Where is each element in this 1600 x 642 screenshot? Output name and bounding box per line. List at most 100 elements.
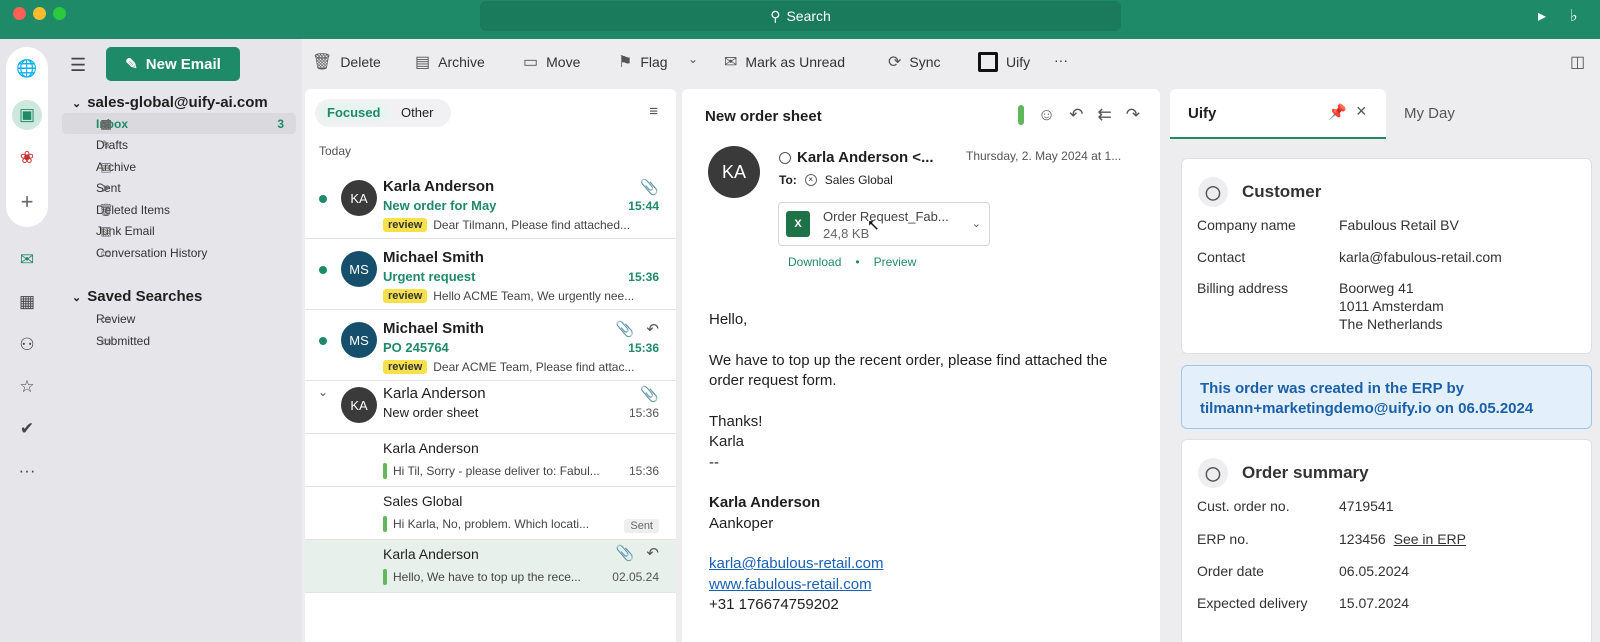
- recipient-name[interactable]: Sales Global: [825, 173, 893, 187]
- preview-link[interactable]: Preview: [874, 255, 917, 269]
- sent-badge-label: Sent: [624, 519, 659, 533]
- folder-conversation-history[interactable]: ▭ Conversation History: [62, 242, 296, 263]
- download-link[interactable]: Download: [788, 255, 841, 269]
- forward-icon[interactable]: ↷: [1126, 105, 1140, 125]
- more-options-button[interactable]: ···: [1054, 52, 1068, 68]
- avatar: KA: [341, 180, 377, 216]
- account-header[interactable]: ⌄ sales-global@uify-ai.com: [72, 94, 268, 111]
- calendar-icon[interactable]: ▦: [0, 292, 54, 312]
- flag-label: Flag: [640, 54, 668, 70]
- folder-junk[interactable]: ▧ Junk Email: [62, 220, 296, 241]
- mail-icon[interactable]: ✉: [0, 250, 54, 270]
- tab-other[interactable]: Other: [393, 103, 442, 122]
- reply-icon[interactable]: ↶: [1069, 105, 1083, 125]
- briefcase-icon[interactable]: ▣: [0, 100, 54, 130]
- tab-uify[interactable]: Uify 📌 ×: [1170, 89, 1386, 139]
- signature-email-link[interactable]: karla@fabulous-retail.com: [709, 555, 883, 572]
- billing-label: Billing address: [1197, 280, 1289, 296]
- search-bar[interactable]: ⚲ Search: [480, 1, 1121, 31]
- list-item[interactable]: MS Michael Smith PO 245764 📎 ↶ 15:36 revi…: [305, 310, 676, 381]
- more-apps-icon[interactable]: ···: [0, 461, 54, 481]
- folder-sent[interactable]: ➤ Sent: [62, 177, 296, 198]
- review-tag: review: [383, 218, 428, 232]
- list-item-selected[interactable]: Karla Anderson 📎 ↶ Hello, We have to top …: [305, 540, 676, 593]
- hamburger-menu-icon[interactable]: ☰: [70, 55, 86, 76]
- filter-icon[interactable]: ≡: [649, 103, 658, 120]
- mark-unread-button[interactable]: ✉ Mark as Unread: [724, 52, 845, 72]
- chevron-down-icon[interactable]: ⌄: [318, 385, 328, 399]
- signature-title: Aankoper: [709, 514, 774, 532]
- list-item[interactable]: Sales Global Hi Karla, No, problem. Whic…: [305, 487, 676, 540]
- bell-icon[interactable]: ♭: [1570, 6, 1578, 26]
- close-icon[interactable]: ×: [1356, 101, 1367, 122]
- emoji-icon[interactable]: ☺: [1038, 105, 1055, 125]
- saved-search-submitted[interactable]: ▭ Submitted: [62, 330, 296, 351]
- minimize-window-icon[interactable]: [33, 7, 46, 20]
- delete-button[interactable]: 🗑 Delete: [312, 52, 381, 72]
- compose-icon: ✎: [125, 56, 138, 73]
- globe-icon[interactable]: 🌐: [0, 59, 54, 79]
- saved-search-review[interactable]: ▭ Review: [62, 308, 296, 329]
- message-time: 15:36: [628, 270, 659, 284]
- unread-count: 3: [277, 116, 284, 131]
- unread-dot: [319, 337, 327, 345]
- collapse-pane-button[interactable]: ◫: [1570, 52, 1585, 72]
- people-icon[interactable]: ⚇: [0, 335, 54, 355]
- add-app-icon[interactable]: +: [0, 189, 54, 215]
- to-label: To:: [779, 173, 797, 187]
- flag-dropdown[interactable]: ⌄: [688, 52, 698, 66]
- chevron-down-icon[interactable]: ⌄: [972, 217, 981, 230]
- star-icon[interactable]: ☆: [0, 377, 54, 397]
- list-item[interactable]: KA Karla Anderson New order for May 📎 15…: [305, 168, 676, 239]
- flag-button[interactable]: ⚑ Flag: [618, 52, 668, 72]
- tab-focused[interactable]: Focused: [319, 103, 389, 122]
- pin-icon[interactable]: 📌: [1328, 103, 1347, 121]
- preview-text: Hi Til, Sorry - please deliver to: Fabul…: [393, 464, 600, 478]
- paperclip-icon: 📎: [640, 386, 659, 403]
- conversation-header[interactable]: ⌄ KA Karla Anderson New order sheet 📎 15…: [305, 381, 676, 434]
- cust-order-label: Cust. order no.: [1197, 498, 1290, 514]
- avatar: MS: [341, 251, 377, 287]
- folder-inbox[interactable]: ▩ Inbox 3: [62, 113, 296, 134]
- sync-button[interactable]: ⟳ Sync: [888, 52, 941, 72]
- message-subject: New order sheet: [383, 405, 479, 420]
- preview-text: Hi Karla, No, problem. Which locati...: [393, 517, 590, 531]
- list-item[interactable]: MS Michael Smith Urgent request 15:36 re…: [305, 239, 676, 310]
- list-item[interactable]: Karla Anderson Hi Til, Sorry - please de…: [305, 434, 676, 487]
- uify-button[interactable]: Uify: [978, 52, 1030, 72]
- company-label: Company name: [1197, 217, 1296, 233]
- close-window-icon[interactable]: [13, 7, 26, 20]
- email-from[interactable]: Karla Anderson <...: [779, 149, 934, 166]
- todo-check-icon[interactable]: ✔: [0, 419, 54, 439]
- delivery-label: Expected delivery: [1197, 595, 1308, 611]
- folder-drafts[interactable]: ✎ Drafts: [62, 134, 296, 155]
- cust-order-value: 4719541: [1339, 498, 1394, 514]
- attachment-card[interactable]: X Order Request_Fab... 24,8 KB ⌄: [778, 202, 990, 246]
- new-email-button[interactable]: ✎ New Email: [106, 47, 240, 81]
- body-paragraph: We have to top up the recent order, plea…: [709, 351, 1108, 390]
- avatar: MS: [341, 322, 377, 358]
- saved-searches-header[interactable]: ⌄ Saved Searches: [72, 288, 202, 305]
- card-title: Order summary: [1242, 463, 1369, 482]
- pencil-icon: ✎: [100, 137, 112, 152]
- review-tag: review: [383, 360, 428, 374]
- folder-archive[interactable]: ▤ Archive: [62, 156, 296, 177]
- paperclip-icon: 📎: [615, 321, 635, 338]
- email-date: Thursday, 2. May 2024 at 1...: [966, 149, 1122, 163]
- move-button[interactable]: ▭ Move: [523, 52, 580, 72]
- brain-icon[interactable]: ❀: [0, 148, 54, 168]
- zoom-window-icon[interactable]: [53, 7, 66, 20]
- archive-icon: ▤: [100, 159, 112, 174]
- chevron-down-icon: ⌄: [72, 98, 82, 110]
- signature-website-link[interactable]: www.fabulous-retail.com: [709, 576, 872, 593]
- paperclip-icon: 📎: [615, 545, 635, 562]
- account-name: sales-global@uify-ai.com: [87, 94, 268, 111]
- tab-my-day[interactable]: My Day: [1404, 105, 1455, 122]
- archive-button[interactable]: ▤ Archive: [415, 52, 485, 72]
- see-in-erp-link[interactable]: See in ERP: [1394, 531, 1466, 547]
- greeting: Hello,: [709, 311, 748, 328]
- reply-icon: ↶: [646, 545, 659, 562]
- megaphone-icon[interactable]: ▸: [1538, 6, 1546, 26]
- folder-deleted[interactable]: 🗑 Deleted Items: [62, 199, 296, 220]
- reply-all-icon[interactable]: ⇇: [1098, 105, 1112, 125]
